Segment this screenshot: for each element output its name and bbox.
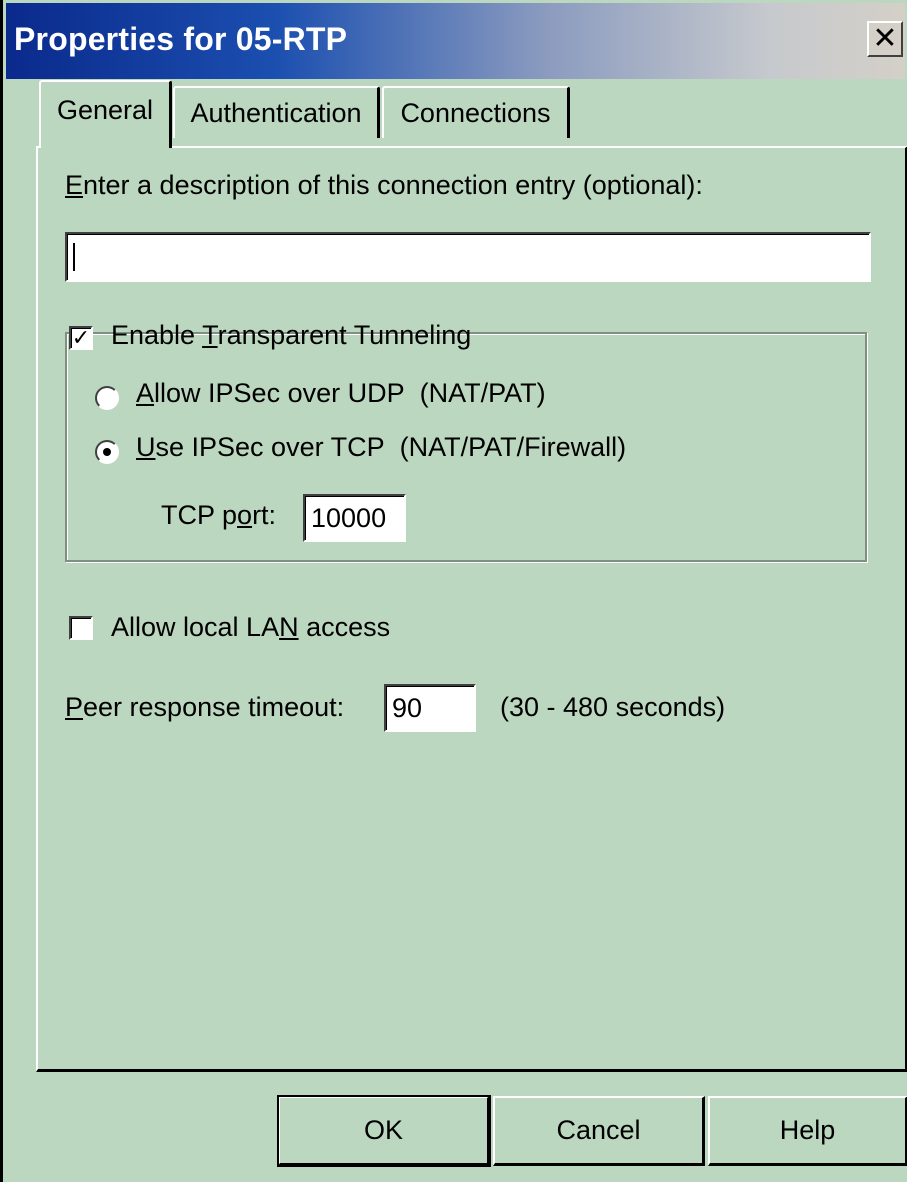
cancel-button[interactable]: Cancel	[493, 1096, 705, 1166]
help-button-label: Help	[779, 1115, 836, 1145]
description-label: Enter a description of this connection e…	[65, 170, 703, 200]
ipsec-tcp-label: Use IPSec over TCP (NAT/PAT/Firewall)	[136, 432, 627, 462]
ipsec-udp-radio[interactable]	[95, 386, 119, 410]
window-title: Properties for 05-RTP	[14, 21, 348, 57]
description-label-text: nter a description of this connection en…	[83, 170, 703, 200]
description-input[interactable]	[65, 232, 871, 282]
tcp-port-value: 10000	[311, 502, 387, 533]
tab-authentication-label: Authentication	[190, 97, 362, 128]
ok-button-label: OK	[363, 1115, 403, 1145]
tab-authentication[interactable]: Authentication	[173, 86, 380, 138]
peer-timeout-range: (30 - 480 seconds)	[500, 692, 726, 722]
tab-general-label: General	[56, 94, 154, 125]
local-lan-label: Allow local LAN access	[111, 612, 391, 642]
ok-button[interactable]: OK	[277, 1095, 491, 1167]
help-button[interactable]: Help	[708, 1096, 907, 1166]
tab-connections-label: Connections	[400, 97, 551, 128]
checkmark-icon: ✓	[71, 325, 91, 350]
ipsec-udp-label: Allow IPSec over UDP (NAT/PAT)	[136, 378, 546, 408]
peer-timeout-input[interactable]: 90	[384, 684, 476, 732]
tab-general[interactable]: General	[39, 80, 172, 148]
ipsec-tcp-radio[interactable]	[95, 440, 119, 464]
tab-panel-general	[36, 146, 907, 1072]
transparent-tunneling-label: Enable Transparent Tunneling	[111, 320, 472, 350]
title-bar[interactable]: Properties for 05-RTP ✕	[6, 3, 905, 79]
radio-selected-dot	[103, 448, 111, 456]
local-lan-checkbox[interactable]	[69, 616, 93, 640]
tcp-port-label: TCP port:	[161, 500, 277, 530]
text-caret	[73, 243, 75, 271]
tcp-port-input[interactable]: 10000	[303, 494, 406, 542]
transparent-tunneling-checkbox[interactable]: ✓	[69, 326, 93, 350]
close-icon: ✕	[872, 22, 898, 55]
tab-connections[interactable]: Connections	[382, 86, 570, 138]
close-button[interactable]: ✕	[867, 21, 903, 57]
cancel-button-label: Cancel	[556, 1115, 641, 1145]
peer-timeout-value: 90	[392, 692, 423, 723]
peer-timeout-label: Peer response timeout:	[65, 692, 345, 722]
properties-dialog: Properties for 05-RTP ✕ General Authenti…	[0, 0, 907, 1182]
